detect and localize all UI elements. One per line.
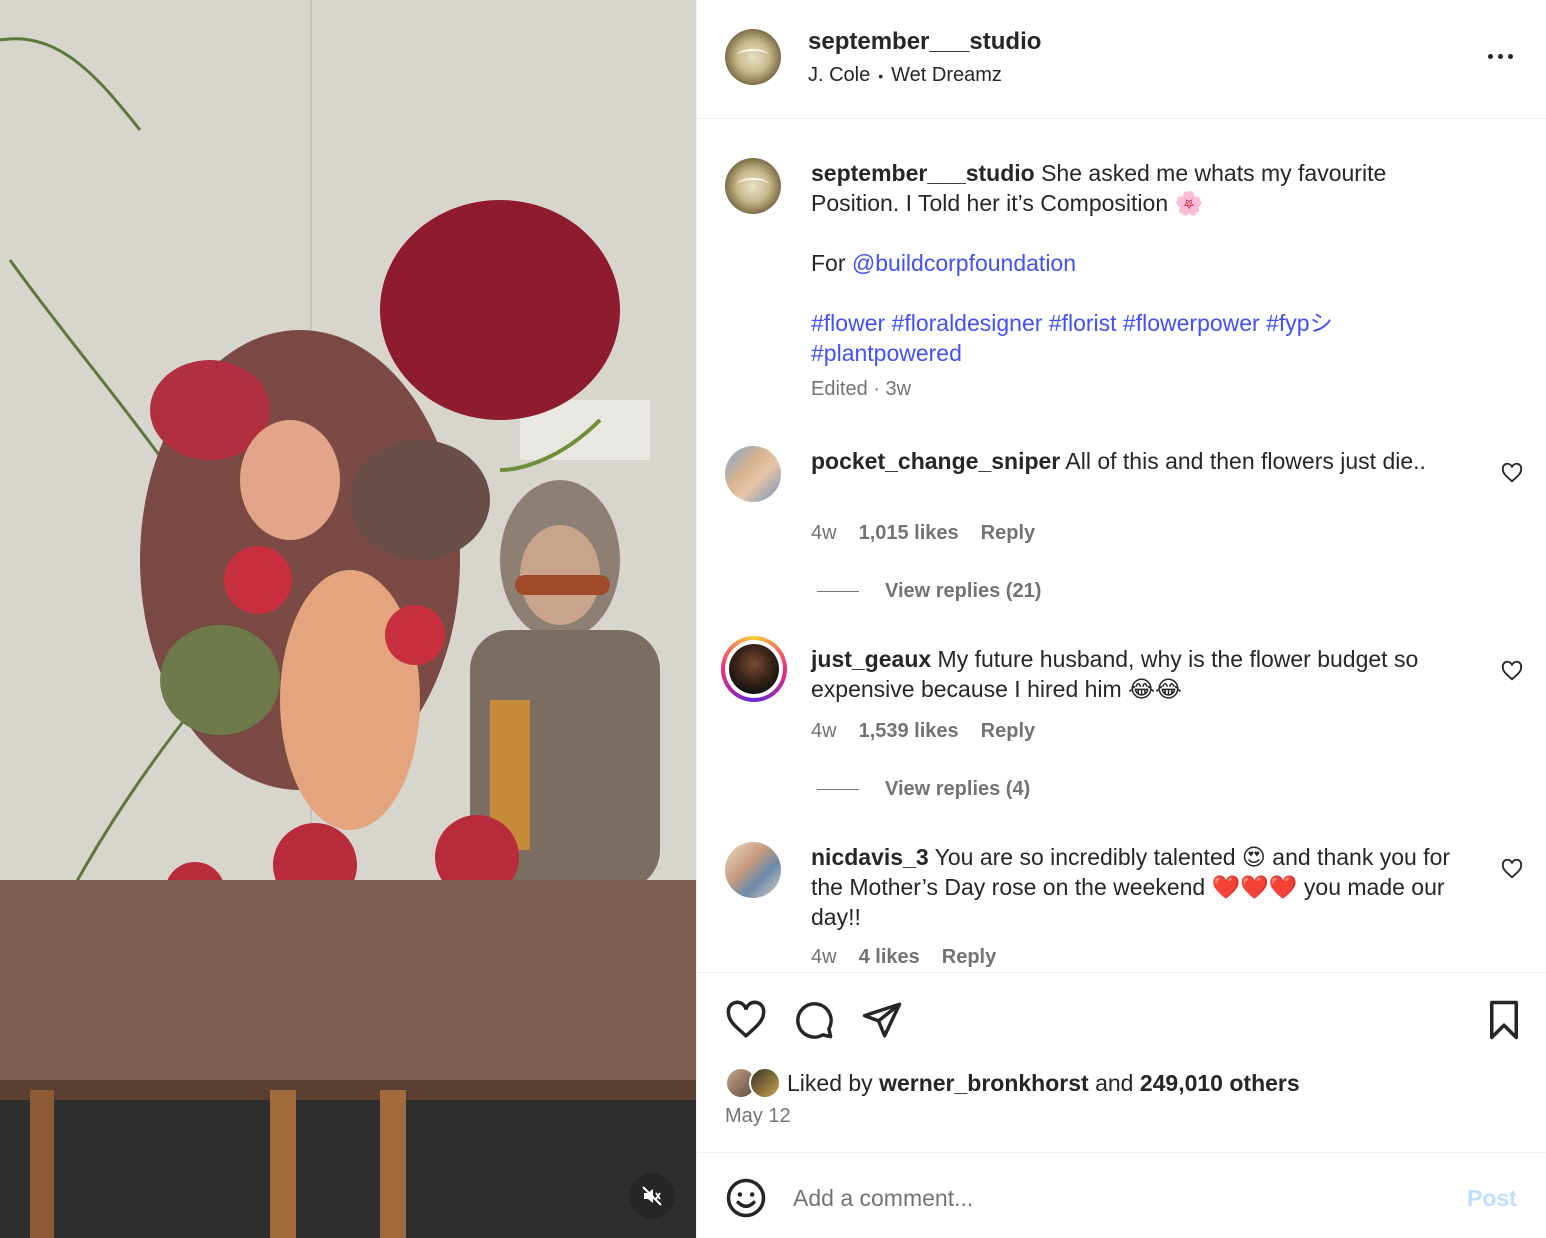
- reply-button[interactable]: Reply: [981, 522, 1035, 545]
- audio-artist[interactable]: J. Cole: [808, 64, 870, 87]
- avatar: [729, 644, 779, 694]
- likes-others-count[interactable]: 249,010 others: [1140, 1070, 1300, 1096]
- post-header: september___studio J. Cole • Wet Dreamz: [697, 0, 1546, 119]
- view-replies-button[interactable]: View replies (21): [817, 580, 1041, 603]
- likes-middle: and: [1095, 1069, 1134, 1096]
- comment-likes[interactable]: 1,015 likes: [859, 522, 959, 545]
- comment-meta: 4w 1,015 likes Reply: [811, 522, 1035, 545]
- caption-hashtags[interactable]: #flower #floraldesigner #florist #flower…: [811, 308, 1461, 338]
- caption-hashtags[interactable]: #plantpowered: [811, 338, 1461, 368]
- comment-meta: 4w 4 likes Reply: [811, 946, 996, 969]
- comment-username[interactable]: just_geaux: [811, 646, 931, 672]
- comment-likes[interactable]: 4 likes: [859, 946, 920, 969]
- heart-icon[interactable]: [1501, 858, 1523, 880]
- view-replies-label: View replies (4): [885, 778, 1031, 800]
- comments-list[interactable]: september___studio She asked me whats my…: [697, 120, 1546, 972]
- avatar[interactable]: [749, 1067, 781, 1099]
- liked-by-username[interactable]: werner_bronkhorst: [879, 1070, 1089, 1096]
- view-replies-button[interactable]: View replies (4): [817, 778, 1030, 801]
- audio-track[interactable]: Wet Dreamz: [891, 64, 1002, 87]
- avatar[interactable]: [725, 842, 781, 898]
- more-options-icon[interactable]: [1483, 44, 1517, 68]
- add-comment-bar: Post: [697, 1152, 1546, 1238]
- comment-time: 4w: [811, 720, 837, 742]
- likes-prefix: Liked by: [787, 1069, 873, 1096]
- speaker-muted-icon: [642, 1186, 662, 1206]
- avatar-story-ring[interactable]: [721, 636, 787, 702]
- caption-for-prefix: For: [811, 250, 846, 276]
- mute-button[interactable]: [629, 1173, 675, 1219]
- view-replies-label: View replies (21): [885, 580, 1042, 602]
- heart-icon[interactable]: [1501, 660, 1523, 682]
- reply-button[interactable]: Reply: [981, 720, 1035, 743]
- comment-time: 4w: [811, 522, 837, 544]
- emoji-smile-icon[interactable]: [725, 1177, 767, 1219]
- comment-input[interactable]: [793, 1177, 1433, 1219]
- post-comment-button[interactable]: Post: [1467, 1185, 1517, 1212]
- comment-text: All of this and then flowers just die..: [1065, 448, 1426, 474]
- caption-username[interactable]: september___studio: [811, 160, 1035, 186]
- post-media[interactable]: [0, 0, 696, 1238]
- comment-meta: 4w 1,539 likes Reply: [811, 720, 1035, 743]
- comment-username[interactable]: pocket_change_sniper: [811, 448, 1060, 474]
- post-author-username[interactable]: september___studio: [808, 28, 1041, 56]
- comment-username[interactable]: nicdavis_3: [811, 844, 929, 870]
- comment-time: 4w: [811, 946, 837, 968]
- post-details-panel: september___studio J. Cole • Wet Dreamz …: [696, 0, 1546, 1238]
- paper-plane-icon[interactable]: [861, 999, 903, 1041]
- caption-meta: Edited · 3w: [811, 378, 912, 400]
- heart-icon[interactable]: [725, 999, 767, 1041]
- audio-separator: •: [878, 67, 884, 84]
- caption-mention-link[interactable]: @buildcorpfoundation: [852, 250, 1076, 276]
- avatar[interactable]: [725, 446, 781, 502]
- avatar[interactable]: [725, 29, 781, 85]
- floral-arrangement-image: [0, 0, 696, 1238]
- comment-bubble-icon[interactable]: [793, 999, 835, 1041]
- comment-likes[interactable]: 1,539 likes: [859, 720, 959, 743]
- audio-info[interactable]: J. Cole • Wet Dreamz: [808, 64, 1002, 87]
- bookmark-icon[interactable]: [1483, 999, 1525, 1041]
- post-date[interactable]: May 12: [725, 1105, 791, 1128]
- likes-summary: Liked by werner_bronkhorst and 249,010 o…: [725, 1067, 1300, 1099]
- reply-button[interactable]: Reply: [942, 946, 996, 969]
- avatar[interactable]: [725, 158, 781, 214]
- heart-icon[interactable]: [1501, 462, 1523, 484]
- post-actions: Liked by werner_bronkhorst and 249,010 o…: [697, 972, 1546, 1152]
